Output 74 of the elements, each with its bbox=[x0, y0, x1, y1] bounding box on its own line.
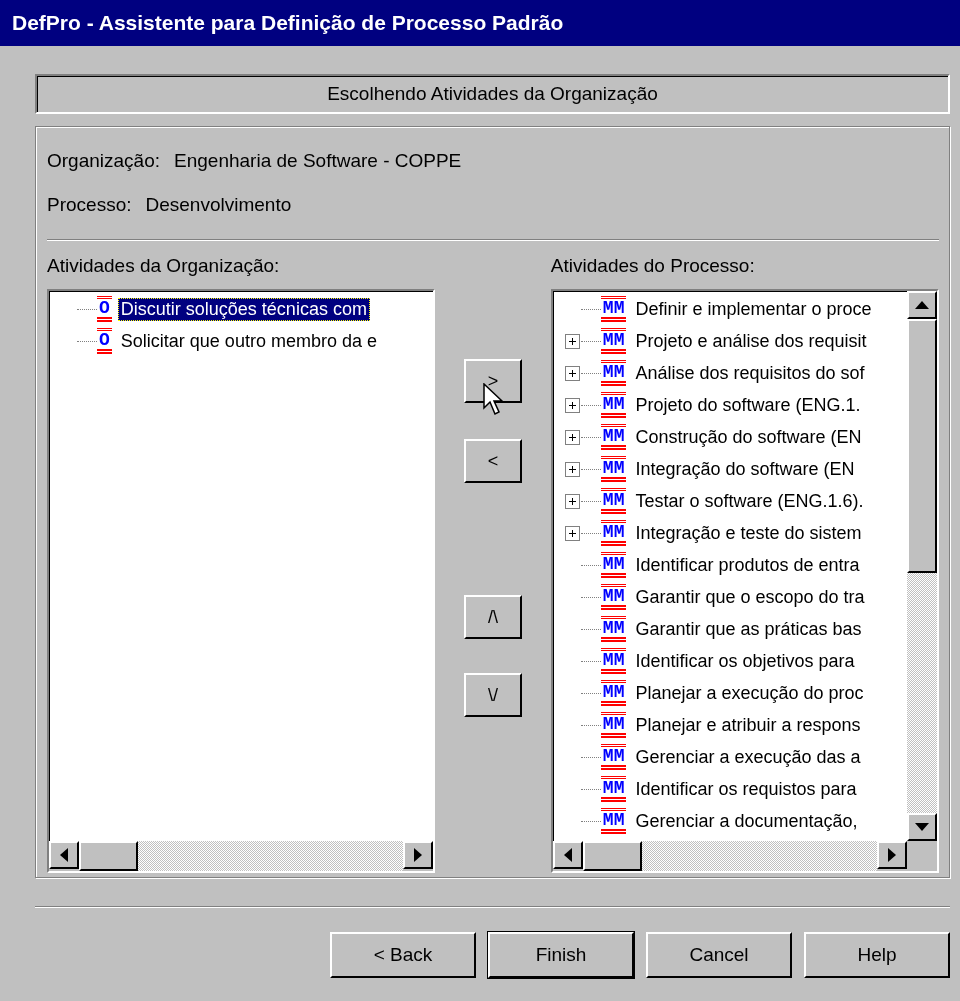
info-value: Engenharia de Software - COPPE bbox=[174, 150, 462, 172]
activity-icon: MM bbox=[600, 616, 627, 642]
scroll-thumb[interactable] bbox=[907, 319, 937, 573]
expand-icon[interactable] bbox=[564, 365, 580, 381]
move-button[interactable]: /\ bbox=[464, 595, 522, 639]
tree-item[interactable]: Projeto do software (ENG.1. bbox=[632, 393, 864, 417]
tree-item[interactable]: Construção do software (EN bbox=[632, 425, 865, 449]
scroll-right-icon bbox=[888, 848, 896, 862]
tree-item[interactable]: Discutir soluções técnicas com bbox=[117, 297, 370, 321]
tree-item[interactable]: Integração e teste do sistem bbox=[632, 521, 865, 545]
scroll-right-icon bbox=[414, 848, 423, 862]
activity-icon: O bbox=[97, 296, 112, 322]
tree-item[interactable]: Identificar os requistos para bbox=[632, 777, 860, 801]
activity-icon: MM bbox=[600, 776, 627, 802]
tree-item[interactable]: Garantir que o escopo do tra bbox=[632, 585, 868, 609]
tree-item[interactable]: Análise dos requisitos do sof bbox=[632, 361, 868, 385]
tree-item[interactable]: Solicitar que outro membro da e bbox=[117, 329, 380, 353]
info-label: Processo: bbox=[47, 194, 132, 216]
activity-icon: MM bbox=[600, 456, 627, 482]
tree-item[interactable]: Gerenciar a documentação, bbox=[632, 809, 861, 833]
dialog-button[interactable]: Finish bbox=[488, 932, 634, 978]
tree-item[interactable]: Garantir que as práticas bas bbox=[632, 617, 865, 641]
tree-item[interactable]: Gerenciar a execução das a bbox=[632, 745, 864, 769]
expand-icon[interactable] bbox=[564, 333, 580, 349]
activity-icon: MM bbox=[600, 712, 627, 738]
move-button[interactable]: < bbox=[464, 439, 522, 483]
tree-item[interactable]: Definir e implementar o proce bbox=[632, 297, 875, 321]
activity-icon: MM bbox=[600, 552, 627, 578]
tree-item[interactable]: Projeto e análise dos requisit bbox=[632, 329, 870, 353]
info-value: Desenvolvimento bbox=[145, 194, 292, 216]
move-button[interactable]: \/ bbox=[464, 673, 522, 717]
expand-icon[interactable] bbox=[564, 525, 580, 541]
tree-item[interactable]: Integração do software (EN bbox=[632, 457, 858, 481]
tree-item[interactable]: Planejar e atribuir a respons bbox=[632, 713, 864, 737]
step-header: Escolhendo Atividades da Organização bbox=[35, 74, 950, 114]
tree-item[interactable]: Planejar a execução do proc bbox=[632, 681, 867, 705]
tree-list[interactable] bbox=[550, 289, 939, 873]
activity-icon: MM bbox=[600, 584, 627, 610]
activity-icon: MM bbox=[600, 648, 627, 674]
tree-item[interactable]: Identificar produtos de entra bbox=[632, 553, 863, 577]
activity-icon: MM bbox=[600, 392, 627, 418]
dialog-button[interactable]: < Back bbox=[330, 932, 476, 978]
activity-icon: MM bbox=[600, 296, 627, 322]
scroll-thumb[interactable] bbox=[582, 841, 642, 871]
activity-icon: MM bbox=[600, 680, 627, 706]
activity-icon: MM bbox=[600, 744, 627, 770]
vertical-scrollbar[interactable] bbox=[907, 291, 937, 841]
activity-icon: MM bbox=[600, 520, 627, 546]
list-label: Atividades do Processo: bbox=[550, 255, 756, 278]
tree-item[interactable]: Identificar os objetivos para bbox=[632, 649, 858, 673]
scroll-left-icon bbox=[60, 848, 68, 862]
tree-item[interactable]: Testar o software (ENG.1.6). bbox=[632, 489, 867, 513]
expand-icon[interactable] bbox=[564, 429, 580, 445]
expand-icon[interactable] bbox=[564, 397, 580, 413]
activity-icon: MM bbox=[600, 328, 627, 354]
activity-icon: MM bbox=[600, 360, 627, 386]
move-button[interactable]: > bbox=[464, 359, 522, 403]
horizontal-scrollbar[interactable] bbox=[49, 841, 434, 871]
activity-icon: MM bbox=[600, 488, 627, 514]
scroll-up-icon bbox=[915, 301, 929, 309]
tree-list[interactable]: O Discutir soluções técnicas com O Solicitar que outro membro da e bbox=[47, 289, 436, 873]
activity-icon: O bbox=[97, 328, 112, 354]
activity-icon: MM bbox=[600, 808, 627, 834]
scroll-left-icon bbox=[563, 848, 572, 862]
list-label: Atividades da Organização: bbox=[47, 255, 281, 278]
expand-icon[interactable] bbox=[564, 461, 580, 477]
expand-icon[interactable] bbox=[564, 493, 580, 509]
scroll-down-icon bbox=[915, 823, 929, 831]
scroll-thumb[interactable] bbox=[79, 841, 138, 871]
dialog-button[interactable]: Cancel bbox=[646, 932, 792, 978]
info-label: Organização: bbox=[47, 150, 160, 172]
activity-icon: MM bbox=[600, 424, 627, 450]
dialog-button[interactable]: Help bbox=[804, 932, 950, 978]
window-title: DefPro - Assistente para Definição de Processo Padrão bbox=[12, 11, 564, 35]
